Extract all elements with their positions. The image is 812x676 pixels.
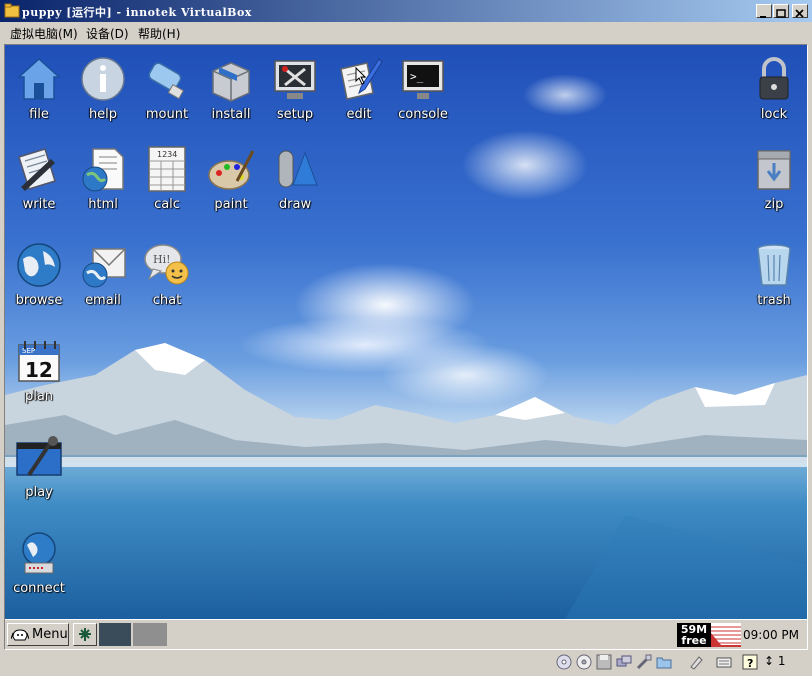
virtualbox-status-bar: ? ↕ 1 [0, 650, 812, 676]
calendar-icon: SEP 12 [18, 341, 60, 382]
desktop-icon-file[interactable]: file [7, 55, 71, 122]
wallpaper-mountains [5, 343, 807, 619]
start-menu-button[interactable]: Menu [7, 623, 69, 646]
media-player-icon [16, 436, 62, 477]
desktop-icon-html[interactable]: html [71, 145, 135, 212]
svg-text:Hi!: Hi! [153, 253, 171, 266]
network-star-icon [79, 628, 91, 641]
home-folder-icon [17, 57, 61, 100]
guest-taskbar: Menu 59M free 09:00 PM [5, 619, 807, 649]
keyboard-capture-icon[interactable] [716, 654, 732, 670]
desktop-icon-lock[interactable]: lock [742, 55, 806, 122]
usb-drive-icon [148, 62, 185, 100]
palette-icon [208, 150, 255, 190]
desktop-icon-chat[interactable]: Hi! chat [135, 241, 199, 308]
virtualbox-app-icon [4, 3, 20, 18]
memory-usage-graph [711, 623, 741, 647]
svg-text:12: 12 [25, 358, 53, 382]
guest-desktop[interactable]: file help mount install setup edit >_ co… [5, 45, 807, 619]
envelope-globe-icon [82, 248, 126, 288]
network-globe-icon [22, 532, 56, 574]
menu-machine[interactable]: 虚拟电脑(M) [10, 25, 78, 42]
desktop-icon-mount[interactable]: mount [135, 55, 199, 122]
desktop-pager-1[interactable] [99, 623, 131, 646]
archive-box-icon [757, 150, 791, 190]
minimize-button[interactable] [756, 4, 772, 18]
desktop-icon-draw[interactable]: draw [263, 145, 327, 212]
menu-devices[interactable]: 设备(D) [86, 25, 129, 42]
web-document-icon [82, 148, 124, 192]
svg-text:?: ? [747, 657, 753, 670]
spreadsheet-icon: 1234 [148, 146, 186, 192]
package-box-icon [212, 62, 250, 102]
host-key-arrows-icon: ↕ [764, 654, 775, 668]
maximize-icon [776, 9, 786, 18]
terminal-icon: >_ [402, 60, 444, 99]
mouse-integration-icon[interactable] [688, 654, 704, 670]
desktop-icon-calc[interactable]: 1234 calc [135, 145, 199, 212]
svg-text:1234: 1234 [157, 150, 177, 159]
puppy-dog-icon [11, 629, 29, 641]
close-icon [795, 9, 804, 18]
usb-icon[interactable] [636, 654, 652, 670]
close-button[interactable] [792, 4, 808, 18]
desktop-icon-browse[interactable]: browse [7, 241, 71, 308]
desktop-icon-plan[interactable]: SEP 12 plan [7, 337, 71, 404]
cd-icon[interactable] [556, 654, 572, 670]
padlock-icon [759, 57, 789, 100]
menu-help[interactable]: 帮助(H) [138, 25, 180, 42]
help-icon[interactable]: ? [742, 654, 758, 670]
desktop-icon-play[interactable]: play [7, 433, 71, 500]
info-icon [81, 57, 125, 101]
desktop-icon-help[interactable]: help [71, 55, 135, 122]
vm-display[interactable]: file help mount install setup edit >_ co… [4, 44, 808, 650]
desktop-icon-setup[interactable]: setup [263, 55, 327, 122]
free-memory-indicator: 59M free [677, 623, 711, 647]
disc-icon[interactable] [576, 654, 592, 670]
svg-text:>_: >_ [410, 70, 424, 83]
desktop-icon-trash[interactable]: trash [742, 241, 806, 308]
shapes-icon [278, 150, 318, 188]
svg-text:SEP: SEP [22, 347, 35, 355]
document-pen-icon [18, 148, 56, 191]
globe-icon [17, 243, 61, 287]
tools-monitor-icon [274, 60, 316, 99]
network-icon[interactable] [616, 654, 632, 670]
menu-bar: 虚拟电脑(M) 设备(D) 帮助(H) [0, 22, 812, 42]
chat-bubble-icon: Hi! [144, 244, 189, 285]
mouse-pointer-icon [355, 67, 367, 85]
window-title: puppy [运行中] - innotek VirtualBox [22, 6, 252, 19]
window-title-bar[interactable]: puppy [运行中] - innotek VirtualBox [0, 0, 812, 22]
desktop-icon-write[interactable]: write [7, 145, 71, 212]
desktop-icon-email[interactable]: email [71, 241, 135, 308]
desktop-icon-paint[interactable]: paint [199, 145, 263, 212]
trash-can-icon [757, 244, 791, 286]
desktop-icon-connect[interactable]: connect [7, 529, 71, 596]
shared-folder-icon[interactable] [656, 654, 672, 670]
desktop-icon-console[interactable]: >_ console [391, 55, 455, 122]
desktop-pager-2[interactable] [133, 623, 167, 646]
floppy-icon[interactable] [596, 654, 612, 670]
clock: 09:00 PM [743, 628, 799, 642]
quick-launch-button[interactable] [73, 623, 97, 646]
desktop-icon-zip[interactable]: zip [742, 145, 806, 212]
host-key-count: 1 [777, 654, 786, 668]
desktop-icon-edit[interactable]: edit [327, 55, 391, 122]
maximize-button[interactable] [773, 4, 789, 18]
minimize-icon [760, 16, 766, 18]
host-key-indicator: ↕ 1 [764, 654, 786, 668]
desktop-icon-install[interactable]: install [199, 55, 263, 122]
